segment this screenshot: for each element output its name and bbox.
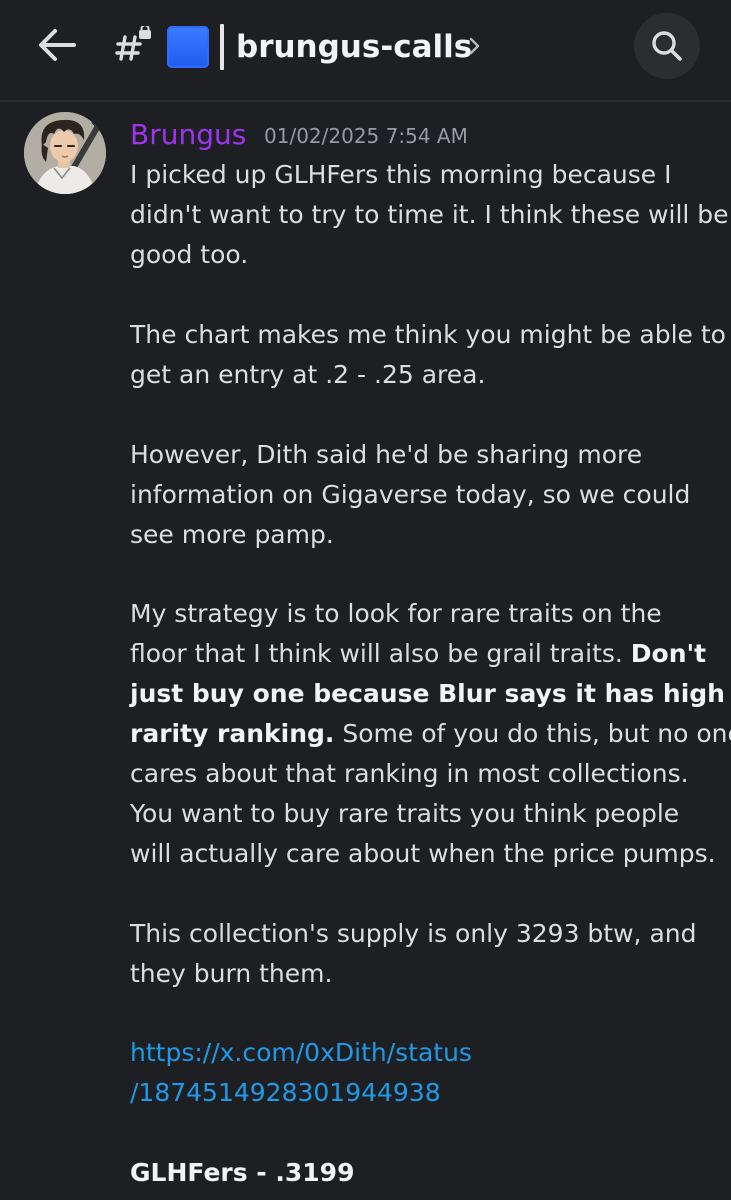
channel-header: brungus-calls <box>0 0 731 96</box>
blue-square-emoji-icon <box>167 26 209 68</box>
avatar[interactable] <box>24 112 106 194</box>
header-divider <box>0 100 731 102</box>
bold-text: just buy one because Blur says it has hi… <box>130 679 725 708</box>
message-link-block: https://x.com/0xDith/status /18745149283… <box>130 1033 720 1113</box>
arrow-left-icon <box>39 29 76 61</box>
message-line: rarity ranking. Some of you do this, but… <box>130 714 731 754</box>
back-button[interactable] <box>34 22 80 68</box>
message-line: The chart makes me think you might be ab… <box>130 320 726 349</box>
message-paragraph-4: My strategy is to look for rare traits o… <box>130 594 731 874</box>
channel-name[interactable]: brungus-calls <box>236 25 472 69</box>
message-text: floor that I think will also be grail tr… <box>130 639 631 668</box>
bold-text: rarity ranking. <box>130 719 335 748</box>
message-line: cares about that ranking in most collect… <box>130 759 689 788</box>
message-link[interactable]: /1874514928301944938 <box>130 1073 720 1113</box>
message-line: good too. <box>130 240 249 269</box>
message-paragraph-2: The chart makes me think you might be ab… <box>130 315 726 395</box>
message-line: will actually care about when the price … <box>130 839 716 868</box>
bold-text: Don't <box>630 639 707 668</box>
message-line: get an entry at .2 - .25 area. <box>130 360 486 389</box>
message-line: However, Dith said he'd be sharing more <box>130 440 643 469</box>
search-button[interactable] <box>634 13 700 79</box>
channel-name-separator <box>220 24 224 70</box>
message-paragraph-3: However, Dith said he'd be sharing more … <box>130 435 720 555</box>
message-line: just buy one because Blur says it has hi… <box>130 674 725 714</box>
message-timestamp: 01/02/2025 7:54 AM <box>264 124 468 148</box>
text-channel-locked-icon <box>114 24 154 66</box>
message-line: You want to buy rare traits you think pe… <box>130 799 680 828</box>
message-line: I picked up GLHFers this morning because… <box>130 160 672 189</box>
message-link[interactable]: https://x.com/0xDith/status <box>130 1033 720 1073</box>
message-paragraph-5: This collection's supply is only 3293 bt… <box>130 914 720 994</box>
chevron-right-icon[interactable] <box>466 32 484 60</box>
message-paragraph-1: I picked up GLHFers this morning because… <box>130 155 729 275</box>
message-line: didn't want to try to time it. I think t… <box>130 200 729 229</box>
message-line: they burn them. <box>130 959 333 988</box>
message-author[interactable]: Brungus <box>130 115 246 155</box>
search-icon <box>652 31 682 61</box>
message-line: information on Gigaverse today, so we co… <box>130 480 691 509</box>
message-line: This collection's supply is only 3293 bt… <box>130 919 697 948</box>
message-line: floor that I think will also be grail tr… <box>130 634 720 674</box>
message-line: see more pamp. <box>130 520 334 549</box>
message-text: Some of you do this, but no one <box>334 719 731 748</box>
message-final-line: GLHFers - .3199 <box>130 1158 355 1187</box>
message-line: My strategy is to look for rare traits o… <box>130 599 662 628</box>
